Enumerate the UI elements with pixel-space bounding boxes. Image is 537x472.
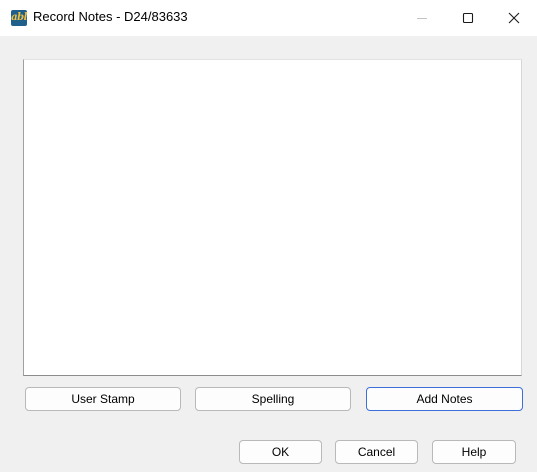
title-bar[interactable]: abl Record Notes - D24/83633 [0,0,537,36]
record-notes-dialog: abl Record Notes - D24/83633 User Stamp … [0,0,537,472]
dialog-footer: OK Cancel Help [0,436,537,472]
close-button[interactable] [491,0,537,36]
minimize-icon [417,18,427,19]
app-logo-icon: abl [11,10,27,26]
ok-button[interactable]: OK [239,440,322,464]
help-button[interactable]: Help [432,440,516,464]
cancel-button[interactable]: Cancel [335,440,418,464]
minimize-button[interactable] [399,0,445,36]
close-icon [508,12,520,24]
notes-frame [23,59,522,376]
dialog-body: User Stamp Spelling Add Notes [0,36,537,436]
notes-textarea[interactable] [24,60,521,375]
window-title: Record Notes - D24/83633 [33,9,188,24]
add-notes-button[interactable]: Add Notes [366,387,523,411]
user-stamp-button[interactable]: User Stamp [25,387,181,411]
maximize-button[interactable] [445,0,491,36]
spelling-button[interactable]: Spelling [195,387,351,411]
maximize-icon [462,12,474,24]
